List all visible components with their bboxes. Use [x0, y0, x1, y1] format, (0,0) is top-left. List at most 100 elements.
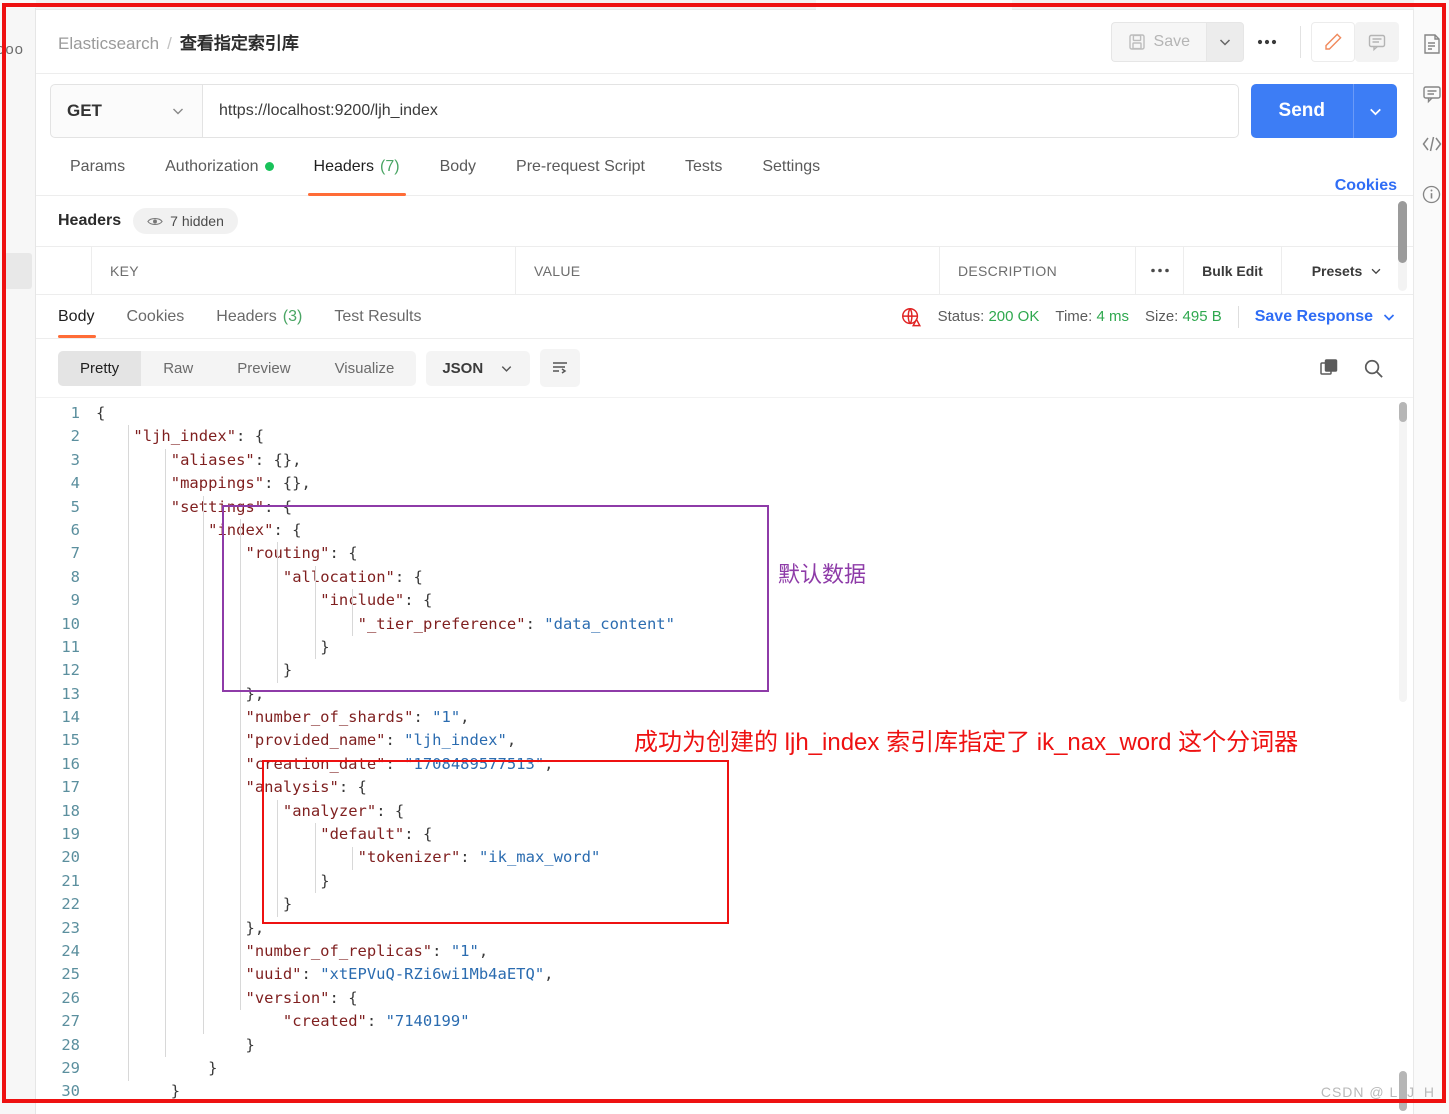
code-line: 26 "version": { — [36, 987, 1413, 1010]
cookies-link[interactable]: Cookies — [1335, 177, 1397, 195]
send-options-button[interactable] — [1353, 84, 1397, 138]
scrollbar-track — [1399, 402, 1407, 702]
line-number: 2 — [70, 427, 80, 446]
tab-authorization[interactable]: Authorization — [145, 150, 293, 195]
tab-label: Body — [439, 157, 477, 175]
response-meta: Status: 200 OK Time: 4 ms Size: 495 B Sa… — [900, 305, 1397, 328]
line-number: 10 — [61, 614, 80, 633]
line-number: 20 — [61, 848, 80, 867]
code-text: { — [96, 404, 106, 422]
eye-icon — [147, 217, 163, 225]
save-button-label: Save — [1153, 32, 1190, 50]
code-line: 13 }, — [36, 683, 1413, 706]
tab-headers[interactable]: Headers (7) — [294, 150, 420, 196]
save-icon — [1128, 33, 1146, 51]
line-number: 28 — [61, 1035, 80, 1054]
copy-button[interactable] — [1318, 357, 1340, 379]
edit-button[interactable] — [1311, 21, 1355, 62]
request-response-panel: Elasticsearch / 查看指定索引库 Save GET https:/… — [36, 10, 1413, 1114]
line-number: 25 — [61, 965, 80, 984]
comment-icon[interactable] — [1420, 82, 1444, 106]
headers-subbar: Headers 7 hidden — [36, 196, 1413, 247]
line-number: 11 — [61, 637, 80, 656]
save-options-button[interactable] — [1206, 21, 1244, 62]
tab-label: Headers — [216, 307, 277, 325]
line-number: 29 — [61, 1058, 80, 1077]
line-number: 16 — [61, 754, 80, 773]
format-pretty[interactable]: Pretty — [58, 350, 142, 386]
response-tab-cookies[interactable]: Cookies — [110, 295, 200, 338]
tab-count: (7) — [380, 157, 400, 175]
code-line: 1{ — [36, 402, 1413, 425]
wrap-lines-button[interactable] — [540, 349, 581, 387]
scrollbar-thumb[interactable] — [1398, 201, 1407, 263]
more-actions-button[interactable] — [1244, 22, 1290, 62]
response-tab-test-results[interactable]: Test Results — [318, 295, 437, 338]
response-tab-body[interactable]: Body — [58, 295, 110, 338]
bulk-edit-button[interactable]: Bulk Edit — [1184, 247, 1282, 294]
code-line: 5 "settings": { — [36, 496, 1413, 519]
status-value: 200 OK — [988, 308, 1040, 325]
format-visualize[interactable]: Visualize — [313, 351, 417, 386]
format-raw[interactable]: Raw — [141, 351, 215, 386]
line-number: 13 — [61, 684, 80, 703]
code-text: "provided_name": "ljh_index", — [245, 731, 517, 750]
response-format-bar: Pretty Raw Preview Visualize JSON — [36, 339, 1413, 397]
line-number: 3 — [70, 450, 80, 469]
size-text: Size: 495 B — [1145, 308, 1222, 325]
left-sidebar-strip[interactable]: ooo — [0, 8, 36, 1114]
tab-pre-request-script[interactable]: Pre-request Script — [496, 150, 665, 195]
response-tab-headers[interactable]: Headers (3) — [200, 295, 318, 338]
tab-settings[interactable]: Settings — [742, 150, 840, 195]
line-number: 17 — [61, 778, 80, 797]
tab-label: Headers — [313, 157, 374, 175]
tab-body[interactable]: Body — [420, 150, 496, 195]
code-icon[interactable] — [1420, 132, 1444, 156]
save-response-button[interactable]: Save Response — [1255, 308, 1397, 326]
code-line: 9 "include": { — [36, 589, 1413, 612]
code-line: 12 } — [36, 659, 1413, 682]
info-icon[interactable] — [1420, 182, 1444, 206]
column-header-key: KEY — [92, 247, 516, 294]
status-text: Status: 200 OK — [938, 308, 1040, 325]
format-preview[interactable]: Preview — [215, 351, 312, 386]
table-gutter — [36, 247, 92, 294]
send-button[interactable]: Send — [1250, 84, 1353, 138]
authorization-status-dot — [264, 162, 274, 171]
code-line: 30 } — [36, 1080, 1413, 1103]
tab-params[interactable]: Params — [50, 150, 145, 195]
save-button[interactable]: Save — [1110, 21, 1206, 62]
body-scrollbar[interactable] — [1399, 402, 1407, 702]
table-options-button[interactable] — [1136, 247, 1184, 294]
code-text: "default": { — [320, 825, 433, 844]
code-text: "creation_date": "1708489577513", — [245, 754, 554, 773]
documentation-icon[interactable] — [1420, 32, 1444, 56]
tab-tests[interactable]: Tests — [665, 150, 742, 195]
hidden-headers-toggle[interactable]: 7 hidden — [133, 208, 238, 234]
code-text: "created": "7140199" — [282, 1012, 470, 1031]
response-body-tools — [1318, 357, 1397, 380]
status-label: Status: — [937, 308, 985, 325]
url-input[interactable]: https://localhost:9200/ljh_index — [202, 84, 1239, 138]
line-number: 18 — [61, 801, 80, 820]
header-bar: Elasticsearch / 查看指定索引库 Save — [36, 10, 1413, 74]
breadcrumb-root[interactable]: Elasticsearch — [58, 34, 159, 54]
code-text: } — [320, 871, 330, 890]
code-line: 24 "number_of_replicas": "1", — [36, 940, 1413, 963]
meta-divider — [1237, 305, 1239, 328]
chevron-down-icon — [1383, 313, 1395, 321]
search-button[interactable] — [1362, 357, 1385, 380]
sidebar-selected-item[interactable] — [4, 253, 32, 289]
sidebar-more-icon[interactable]: ooo — [0, 41, 24, 58]
scrollbar-thumb[interactable] — [1399, 402, 1407, 422]
method-select[interactable]: GET — [50, 84, 202, 138]
presets-button[interactable]: Presets — [1282, 247, 1413, 294]
ssl-warning-icon[interactable] — [900, 306, 922, 328]
language-select[interactable]: JSON — [426, 350, 531, 386]
line-number: 19 — [61, 825, 80, 844]
line-number: 24 — [61, 941, 80, 960]
tab-label: Tests — [684, 157, 723, 175]
comments-button[interactable] — [1355, 21, 1399, 62]
headers-scrollbar[interactable] — [1398, 201, 1407, 291]
code-text: "include": { — [320, 591, 433, 610]
